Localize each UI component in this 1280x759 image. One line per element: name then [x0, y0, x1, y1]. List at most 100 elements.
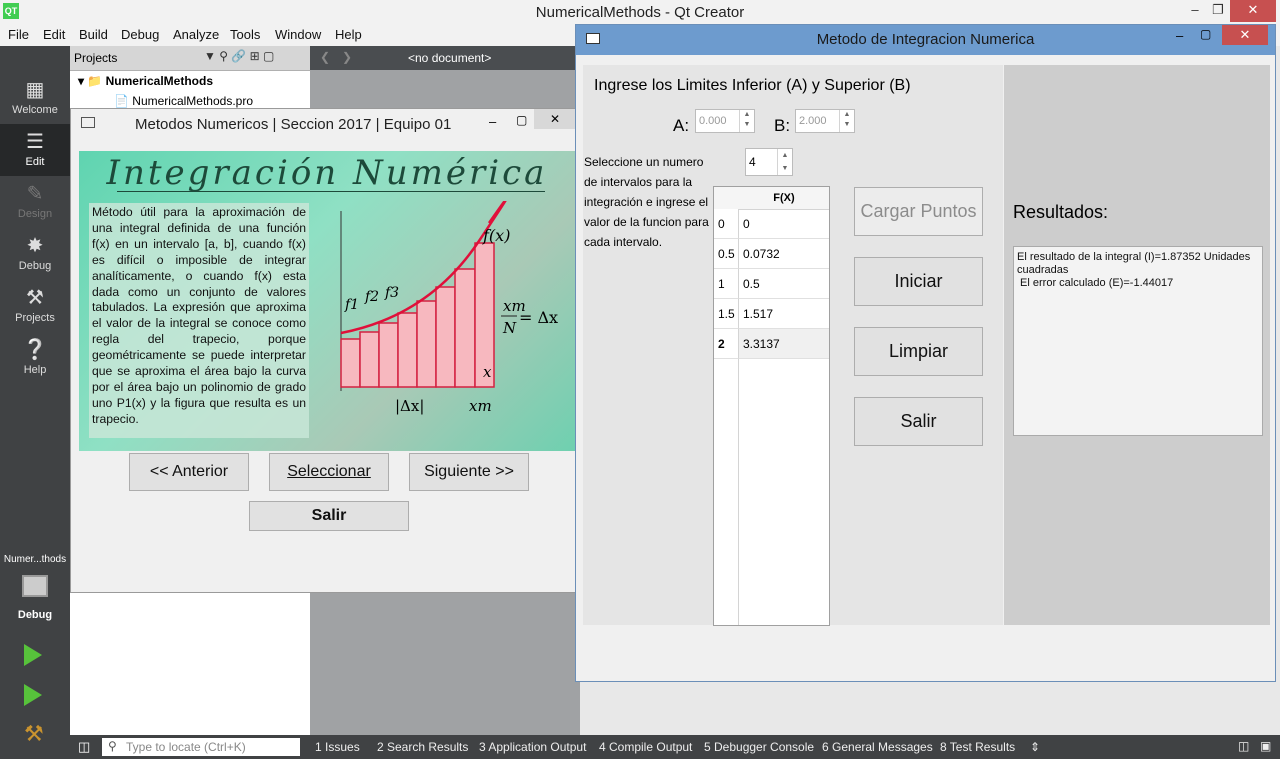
banner-heading: Integración Numérica [106, 153, 548, 193]
row-header: 1.5 [714, 299, 739, 329]
next-button[interactable]: Siguiente >> [409, 453, 529, 491]
mode-design[interactable]: ✎ Design [0, 176, 70, 228]
load-points-button[interactable]: Cargar Puntos [854, 187, 983, 236]
mode-help[interactable]: ❔ Help [0, 332, 70, 384]
label-fx: f(x) [482, 226, 510, 245]
minimize-icon[interactable]: – [489, 114, 496, 129]
filter-icon[interactable]: ▼ ⚲ 🔗 ⊞ ▢ [204, 49, 274, 63]
run-target-label[interactable]: Numer...thods [0, 554, 70, 565]
menu-file[interactable]: File [8, 27, 29, 42]
points-table[interactable]: F(X) 0 0 0.5 0.0732 1 0.5 1.5 1.517 2 3.… [713, 186, 830, 626]
mi-window-title: Metodo de Integracion Numerica [816, 31, 1035, 48]
menu-help[interactable]: Help [335, 27, 362, 42]
spin-arrows-icon[interactable]: ▲ ▼ [839, 110, 854, 132]
mode-projects[interactable]: ⚒ Projects [0, 280, 70, 332]
back-icon[interactable]: ❮ [320, 50, 330, 64]
close-icon[interactable]: ✕ [1230, 0, 1276, 22]
tree-item-project[interactable]: ▾ 📁 NumericalMethods [78, 74, 213, 88]
mode-edit-label: Edit [25, 156, 45, 168]
pane-debugger-console[interactable]: 5 Debugger Console [704, 740, 814, 754]
mi-exit-button[interactable]: Salir [854, 397, 983, 446]
select-button[interactable]: Seleccionar [269, 453, 389, 491]
restore-icon[interactable]: ❐ [1203, 0, 1233, 22]
b-label: B: [774, 116, 791, 135]
document-selector[interactable]: <no document> [408, 51, 491, 65]
debug-run-icon[interactable] [24, 684, 42, 706]
trapezoid-figure: f(x) f1 f2 f3 xm N = Δx x |Δx| xm [340, 201, 558, 415]
b-spinbox[interactable]: 2.000 ▲ ▼ [795, 109, 855, 133]
row-header: 0 [714, 209, 739, 239]
result-error: El error calculado (E)=-1.44017 [1017, 277, 1174, 289]
app-icon [81, 117, 95, 128]
projects-bar: Projects ▼ ⚲ 🔗 ⊞ ▢ [70, 46, 310, 71]
previous-button[interactable]: << Anterior [129, 453, 249, 491]
pane-test-results[interactable]: 8 Test Results [940, 740, 1015, 754]
projects-label[interactable]: Projects [74, 51, 117, 65]
tree-project-label: NumericalMethods [105, 74, 213, 88]
spin-arrows-icon[interactable]: ▲ ▼ [739, 110, 754, 132]
trapezoid-bars [340, 242, 495, 388]
table-cell[interactable]: 0.5 [739, 269, 829, 299]
pane-search-results[interactable]: 2 Search Results [377, 740, 468, 754]
mn-title-bar: Metodos Numericos | Seccion 2017 | Equip… [71, 109, 576, 139]
intervals-spinbox[interactable]: 4 ▲ ▼ [745, 148, 793, 176]
sidebar-right-icon[interactable]: ▣ [1260, 739, 1271, 753]
tree-item-pro-file[interactable]: 📄 NumericalMethods.pro [114, 94, 253, 108]
label-f3: f3 [384, 285, 399, 301]
document-icon: ☰ [26, 131, 44, 153]
table-cell[interactable]: 0 [739, 209, 829, 239]
locate-input[interactable]: Type to locate (Ctrl+K) [102, 738, 300, 756]
pane-more-icon[interactable]: ⇕ [1030, 740, 1040, 754]
table-cell[interactable]: 3.3137 [739, 329, 829, 359]
pane-general-messages[interactable]: 6 General Messages [822, 740, 933, 754]
mode-welcome[interactable]: ▦ Welcome [0, 72, 70, 124]
wrench-icon: ⚒ [26, 287, 44, 309]
a-spinbox[interactable]: 0.000 ▲ ▼ [695, 109, 755, 133]
build-hammer-icon[interactable]: ⚒ [24, 721, 44, 747]
label-f2: f2 [364, 289, 379, 305]
mn-exit-button[interactable]: Salir [249, 501, 409, 531]
minimize-icon[interactable]: – [1176, 28, 1183, 43]
mode-debug[interactable]: ✸ Debug [0, 228, 70, 280]
intervals-instructions: Seleccione un numero de intervalos para … [584, 155, 709, 249]
table-cell[interactable]: 1.517 [739, 299, 829, 329]
pane-application-output[interactable]: 3 Application Output [479, 740, 586, 754]
label-xm: xm [469, 397, 492, 415]
forward-icon[interactable]: ❯ [342, 50, 352, 64]
maximize-icon[interactable]: ▢ [516, 113, 527, 127]
formula-rhs: = Δx [519, 308, 558, 327]
menu-analyze[interactable]: Analyze [173, 27, 219, 42]
menu-tools[interactable]: Tools [230, 27, 260, 42]
menu-window[interactable]: Window [275, 27, 321, 42]
mode-bar: ▦ Welcome ☰ Edit ✎ Design ✸ Debug ⚒ Proj… [0, 46, 70, 759]
editor-toolbar: ❮ ❯ <no document> [310, 46, 580, 70]
monitor-icon[interactable] [22, 575, 48, 597]
spin-arrows-icon[interactable]: ▲ ▼ [777, 149, 792, 175]
start-button[interactable]: Iniciar [854, 257, 983, 306]
mode-edit[interactable]: ☰ Edit [0, 124, 70, 176]
clear-button[interactable]: Limpiar [854, 327, 983, 376]
qt-window-title: NumericalMethods - Qt Creator [535, 4, 745, 21]
tree-pro-label: NumericalMethods.pro [132, 94, 253, 108]
toggle-sidebar-icon[interactable]: ◫ [78, 739, 90, 755]
pencil-icon: ✎ [26, 183, 44, 205]
pane-issues[interactable]: 1 Issues [315, 740, 360, 754]
run-icon[interactable] [24, 644, 42, 666]
a-label: A: [673, 116, 690, 135]
mode-help-label: Help [23, 364, 47, 376]
table-cell[interactable]: 0.0732 [739, 239, 829, 269]
results-output[interactable]: El resultado de la integral (I)=1.87352 … [1013, 246, 1263, 436]
label-delta-x: |Δx| [395, 397, 424, 415]
menu-edit[interactable]: Edit [43, 27, 65, 42]
maximize-icon[interactable]: ▢ [1200, 27, 1211, 41]
menu-debug[interactable]: Debug [121, 27, 159, 42]
close-icon[interactable]: ✕ [534, 109, 576, 129]
pane-compile-output[interactable]: 4 Compile Output [599, 740, 692, 754]
bug-icon: ✸ [26, 235, 44, 257]
integration-banner: Integración Numérica Método útil para la… [79, 151, 575, 451]
close-icon[interactable]: ✕ [1222, 25, 1268, 45]
menu-build[interactable]: Build [79, 27, 108, 42]
status-bar: ◫ Type to locate (Ctrl+K) ⚲ 1 Issues 2 S… [70, 735, 1280, 759]
output-toggle-icon[interactable]: ◫ [1238, 739, 1249, 753]
help-icon: ❔ [22, 339, 48, 361]
